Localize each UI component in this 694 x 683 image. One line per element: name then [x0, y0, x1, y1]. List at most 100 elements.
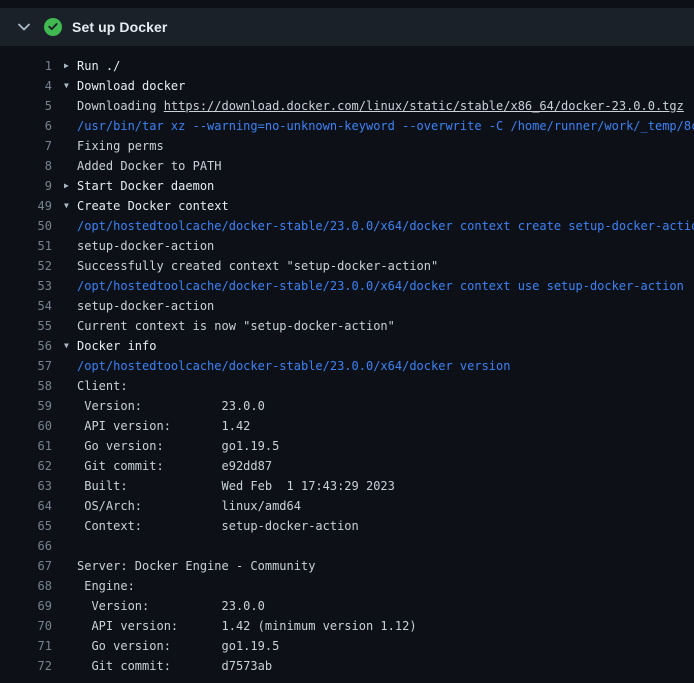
success-check-icon: [44, 18, 62, 36]
log-plain-text: Current context is now "setup-docker-act…: [77, 319, 395, 333]
line-number[interactable]: 53: [0, 276, 52, 296]
chevron-down-icon[interactable]: [16, 19, 32, 35]
line-number[interactable]: 62: [0, 456, 52, 476]
line-number[interactable]: 7: [0, 136, 52, 156]
log-plain-text: Fixing perms: [77, 139, 164, 153]
log-text: API version: 1.42 (minimum version 1.12): [77, 616, 694, 636]
line-number[interactable]: 55: [0, 316, 52, 336]
line-number[interactable]: 50: [0, 216, 52, 236]
log-line: 69 Version: 23.0.0: [0, 596, 694, 616]
line-number[interactable]: 61: [0, 436, 52, 456]
line-number[interactable]: 1: [0, 56, 52, 76]
log-plain-text: Git commit: e92dd87: [77, 459, 272, 473]
log-text: Engine:: [77, 576, 694, 596]
log-text: Current context is now "setup-docker-act…: [77, 316, 694, 336]
log-group-line[interactable]: 49 ▼Create Docker context: [0, 196, 694, 216]
log-plain-text: Engine:: [77, 579, 135, 593]
line-number[interactable]: 72: [0, 656, 52, 676]
log-plain-text: API version: 1.42 (minimum version 1.12): [77, 619, 417, 633]
line-number[interactable]: 6: [0, 116, 52, 136]
log-line: 51 setup-docker-action: [0, 236, 694, 256]
log-text: Added Docker to PATH: [77, 156, 694, 176]
group-expanded-triangle-icon[interactable]: ▼: [64, 336, 77, 356]
log-line: 63 Built: Wed Feb 1 17:43:29 2023: [0, 476, 694, 496]
log-text: Context: setup-docker-action: [77, 516, 694, 536]
log-plain-text: Go version: go1.19.5: [77, 439, 279, 453]
line-number[interactable]: 57: [0, 356, 52, 376]
line-number[interactable]: 4: [0, 76, 52, 96]
log-line: 5 Downloading https://download.docker.com…: [0, 96, 694, 116]
log-plain-text: Version: 23.0.0: [77, 399, 265, 413]
step-header[interactable]: Set up Docker: [0, 8, 694, 46]
log-text: Docker info: [77, 336, 694, 356]
log-text: setup-docker-action: [77, 236, 694, 256]
log-text: Git commit: d7573ab: [77, 656, 694, 676]
line-number[interactable]: 54: [0, 296, 52, 316]
log-plain-text: setup-docker-action: [77, 299, 214, 313]
line-number[interactable]: 49: [0, 196, 52, 216]
log-command-text: /opt/hostedtoolcache/docker-stable/23.0.…: [77, 219, 694, 233]
log-text: Client:: [77, 376, 694, 396]
line-number[interactable]: 5: [0, 96, 52, 116]
log-line: 65 Context: setup-docker-action: [0, 516, 694, 536]
line-number[interactable]: 51: [0, 236, 52, 256]
log-plain-text: Downloading: [77, 99, 164, 113]
log-text: setup-docker-action: [77, 296, 694, 316]
log-line: 58 Client:: [0, 376, 694, 396]
log-line: 52 Successfully created context "setup-do…: [0, 256, 694, 276]
group-expanded-triangle-icon[interactable]: ▼: [64, 76, 77, 96]
line-number[interactable]: 68: [0, 576, 52, 596]
log-command-text: /opt/hostedtoolcache/docker-stable/23.0.…: [77, 359, 510, 373]
log-text: /opt/hostedtoolcache/docker-stable/23.0.…: [77, 216, 694, 236]
line-number[interactable]: 52: [0, 256, 52, 276]
line-number[interactable]: 70: [0, 616, 52, 636]
line-number[interactable]: 71: [0, 636, 52, 656]
log-text: Built: Wed Feb 1 17:43:29 2023: [77, 476, 694, 496]
log-line: 60 API version: 1.42: [0, 416, 694, 436]
log-line: 61 Go version: go1.19.5: [0, 436, 694, 456]
log-text: Successfully created context "setup-dock…: [77, 256, 694, 276]
log-plain-text: Server: Docker Engine - Community: [77, 559, 315, 573]
line-number[interactable]: 8: [0, 156, 52, 176]
log-text: Create Docker context: [77, 196, 694, 216]
line-number[interactable]: 60: [0, 416, 52, 436]
group-expanded-triangle-icon[interactable]: ▼: [64, 196, 77, 216]
log-plain-text: Added Docker to PATH: [77, 159, 222, 173]
log-container: 1▶Run ./4▼Download docker5Downloading ht…: [0, 46, 694, 676]
log-text: Go version: go1.19.5: [77, 436, 694, 456]
line-number[interactable]: 65: [0, 516, 52, 536]
line-number[interactable]: 59: [0, 396, 52, 416]
log-group-line[interactable]: 4▼Download docker: [0, 76, 694, 96]
line-number[interactable]: 63: [0, 476, 52, 496]
line-number[interactable]: 9: [0, 176, 52, 196]
log-group-line[interactable]: 9 ▶Start Docker daemon: [0, 176, 694, 196]
log-line: 66: [0, 536, 694, 556]
log-group-line[interactable]: 56 ▼Docker info: [0, 336, 694, 356]
log-text: API version: 1.42: [77, 416, 694, 436]
line-number[interactable]: 67: [0, 556, 52, 576]
log-line: 7 Fixing perms: [0, 136, 694, 156]
log-plain-text: Docker info: [77, 339, 156, 353]
page-background-strip: [0, 0, 694, 8]
line-number[interactable]: 56: [0, 336, 52, 356]
group-collapsed-triangle-icon[interactable]: ▶: [64, 176, 77, 196]
line-number[interactable]: 64: [0, 496, 52, 516]
log-url-link[interactable]: https://download.docker.com/linux/static…: [164, 99, 684, 113]
line-number[interactable]: 69: [0, 596, 52, 616]
log-line: 59 Version: 23.0.0: [0, 396, 694, 416]
log-group-line[interactable]: 1▶Run ./: [0, 56, 694, 76]
line-number[interactable]: 66: [0, 536, 52, 556]
step-title: Set up Docker: [72, 19, 167, 35]
log-plain-text: Git commit: d7573ab: [77, 659, 272, 673]
log-text: /usr/bin/tar xz --warning=no-unknown-key…: [77, 116, 694, 136]
log-text: Start Docker daemon: [77, 176, 694, 196]
log-line: 67 Server: Docker Engine - Community: [0, 556, 694, 576]
log-text: /opt/hostedtoolcache/docker-stable/23.0.…: [77, 276, 694, 296]
log-plain-text: Built: Wed Feb 1 17:43:29 2023: [77, 479, 395, 493]
line-number[interactable]: 58: [0, 376, 52, 396]
group-collapsed-triangle-icon[interactable]: ▶: [64, 56, 77, 76]
log-line: 62 Git commit: e92dd87: [0, 456, 694, 476]
log-line: 6/usr/bin/tar xz --warning=no-unknown-ke…: [0, 116, 694, 136]
log-line: 54 setup-docker-action: [0, 296, 694, 316]
log-line: 70 API version: 1.42 (minimum version 1.…: [0, 616, 694, 636]
